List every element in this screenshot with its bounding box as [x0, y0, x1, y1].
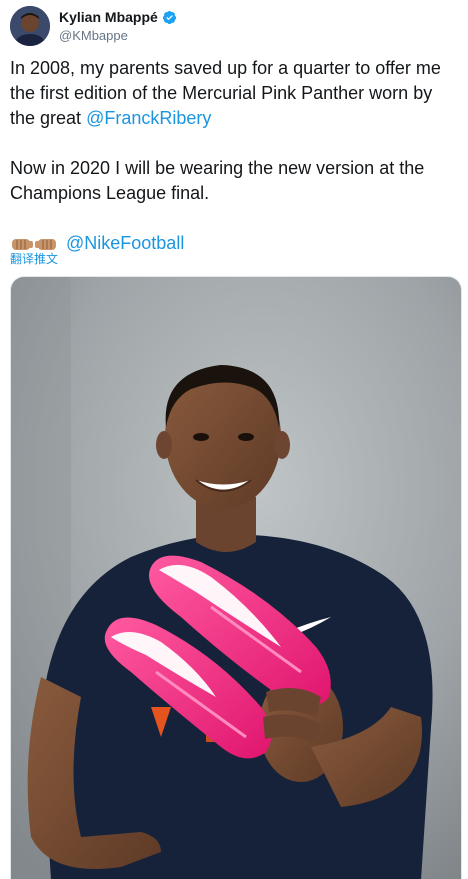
tweet-text-1: In 2008, my parents saved up for a quart…: [10, 58, 441, 128]
author-names: Kylian Mbappé @KMbappe: [59, 8, 177, 44]
fist-bump-emoji-icon: [10, 234, 60, 254]
avatar[interactable]: [10, 6, 50, 46]
tweet-photo[interactable]: [10, 276, 462, 879]
tweet-paragraph-3: @NikeFootball: [10, 231, 462, 256]
verified-badge-icon: [162, 10, 177, 25]
tweet-body: In 2008, my parents saved up for a quart…: [10, 56, 462, 256]
mention-franck-ribery-link[interactable]: @FranckRibery: [86, 108, 211, 128]
tweet-header: Kylian Mbappé @KMbappe: [10, 6, 458, 46]
player-holding-pink-boots-photo: [11, 277, 461, 879]
user-handle[interactable]: @KMbappe: [59, 27, 177, 44]
tweet-paragraph-2: Now in 2020 I will be wearing the new ve…: [10, 158, 425, 203]
tweet-paragraph-1: In 2008, my parents saved up for a quart…: [10, 56, 462, 131]
translate-tweet-link[interactable]: 翻译推文: [10, 252, 58, 266]
mention-nike-football-link[interactable]: @NikeFootball: [66, 231, 184, 256]
display-name[interactable]: Kylian Mbappé: [59, 8, 158, 26]
